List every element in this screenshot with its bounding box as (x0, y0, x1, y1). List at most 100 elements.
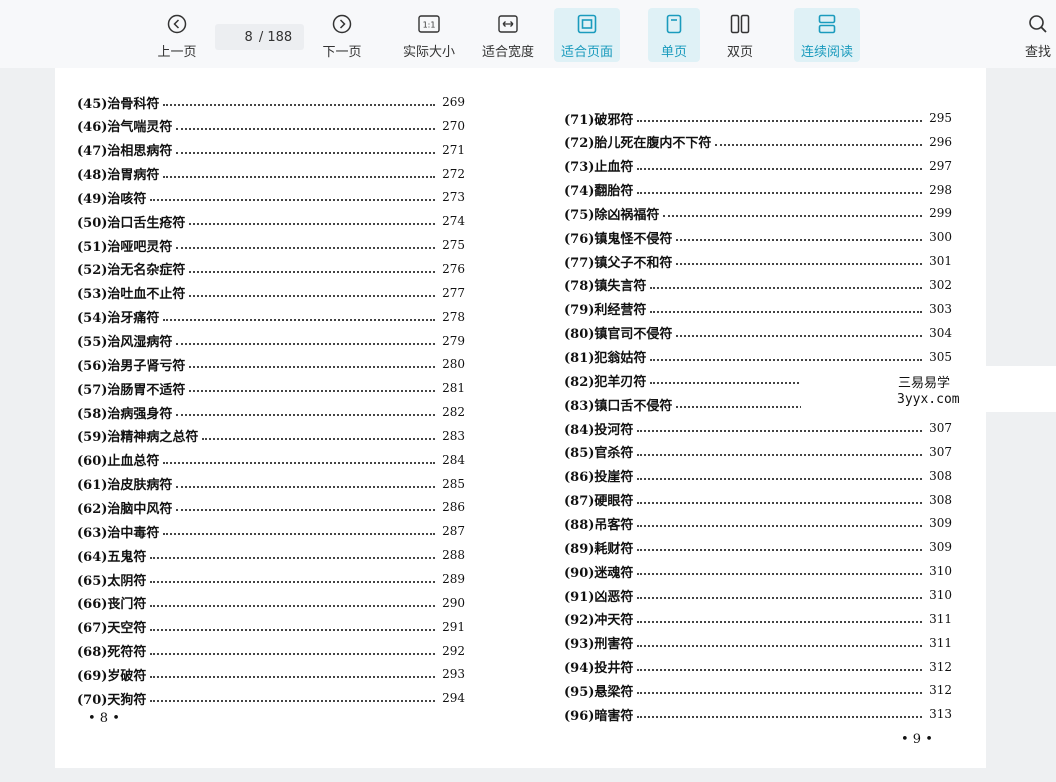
toc-entry: (86)投崖符 308 (564, 466, 952, 486)
toc-entry-title: (79)利经营符 (564, 303, 647, 319)
document-spread[interactable]: (45)治骨科符 269 (46)治气喘灵符 270 (47)治相思病符 271 (48)治… (55, 68, 986, 768)
toc-entry-page: 295 (929, 111, 952, 125)
toc-entry: (81)犯翁姑符 305 (564, 347, 952, 367)
page-number-input[interactable] (226, 29, 253, 45)
toc-entry: (69)岁破符 293 (77, 664, 465, 684)
toc-entry-title: (78)镇失言符 (564, 279, 647, 295)
toc-entry: (74)翻胎符 298 (564, 180, 952, 200)
toc-leader-dots (637, 573, 922, 576)
toc-leader-dots (637, 453, 922, 456)
search-button[interactable]: 查找 (1020, 8, 1056, 62)
toc-entry-page: 300 (929, 230, 952, 245)
toc-leader-dots (650, 358, 922, 361)
toolbar: 上一页 / 188 下一页 1:1 实际大小 适合宽度 适合页面 单页 (0, 0, 1056, 68)
next-page-button[interactable]: 下一页 (317, 8, 367, 62)
toc-entry-page: 305 (929, 349, 952, 364)
toc-leader-dots (189, 366, 435, 369)
toc-entry-title: (90)迷魂符 (564, 565, 634, 581)
toc-entry-page: 274 (442, 214, 465, 229)
continuous-read-button[interactable]: 连续阅读 (794, 8, 860, 62)
toc-leader-dots (150, 199, 435, 202)
toc-entry: (94)投井符 312 (564, 657, 952, 677)
toc-entry-page: 291 (442, 619, 465, 634)
toc-entry-page: 275 (442, 238, 465, 253)
toc-entry-title: (60)止血总符 (77, 454, 160, 470)
toc-entry: (85)官杀符 307 (564, 442, 952, 462)
toc-entry: (66)丧门符 290 (77, 593, 465, 613)
toc-entry-page: 290 (442, 595, 465, 610)
toc-entry-title: (65)太阴符 (77, 573, 147, 589)
actual-size-button[interactable]: 1:1 实际大小 (398, 8, 460, 62)
toc-entry-title: (51)治哑吧灵符 (77, 239, 173, 255)
fit-page-button[interactable]: 适合页面 (554, 8, 620, 62)
toc-leader-dots (637, 120, 922, 122)
fit-width-button[interactable]: 适合宽度 (477, 8, 539, 62)
toc-entry-page: 292 (442, 643, 465, 658)
toc-entry-page: 289 (442, 572, 465, 586)
double-page-label: 双页 (726, 45, 753, 60)
toc-entry-title: (48)治胃病符 (77, 168, 160, 184)
toc-entry-title: (62)治脑中风符 (77, 501, 173, 517)
toc-entry-title: (76)镇鬼怪不侵符 (564, 231, 673, 247)
prev-page-button[interactable]: 上一页 (152, 8, 202, 62)
toc-entry: (45)治骨科符 269 (77, 92, 465, 112)
double-page-button[interactable]: 双页 (715, 8, 765, 62)
toc-entry-title: (82)犯羊刃符 (564, 374, 647, 390)
toc-leader-dots (150, 652, 435, 655)
toc-leader-dots (163, 318, 435, 321)
toc-entry: (77)镇父子不和符 301 (564, 251, 952, 271)
toc-entry-page: 312 (929, 659, 952, 674)
toc-entry: (58)治病强身符 282 (77, 402, 465, 422)
toc-leader-dots (150, 581, 435, 583)
toc-leader-dots (650, 310, 922, 313)
toc-leader-dots (715, 143, 922, 146)
toc-leader-dots (637, 692, 922, 695)
toc-entry-title: (61)治皮肤病符 (77, 478, 173, 494)
toc-entry-page: 302 (929, 277, 952, 292)
toc-leader-dots (637, 191, 922, 194)
toc-entry: (91)凶恶符 310 (564, 585, 952, 605)
toc-entry-page: 308 (929, 492, 952, 507)
toc-entry-page: 270 (442, 118, 465, 133)
toc-entry-page: 285 (442, 476, 465, 491)
next-page-label: 下一页 (322, 45, 362, 60)
toc-leader-dots (189, 294, 435, 297)
chevron-right-circle-icon (331, 13, 353, 35)
toc-entry: (50)治口舌生疮符 274 (77, 211, 465, 231)
toc-entry-title: (91)凶恶符 (564, 589, 634, 605)
toc-entry-page: 299 (929, 206, 952, 221)
toc-leader-dots (637, 167, 922, 170)
toc-entry-page: 298 (929, 182, 952, 197)
toc-entry-page: 276 (442, 261, 465, 276)
toc-entry-title: (64)五鬼符 (77, 549, 147, 565)
toc-leader-dots (676, 239, 922, 242)
toc-entry: (56)治男子肾亏符 280 (77, 354, 465, 374)
toc-entry: (75)除凶祸福符 299 (564, 203, 952, 223)
toc-entry-title: (68)死符符 (77, 645, 147, 661)
toc-entry-title: (95)悬梁符 (564, 684, 634, 700)
toc-entry: (96)暗害符 313 (564, 704, 952, 724)
toc-entry: (57)治肠胃不适符 281 (77, 378, 465, 398)
toc-entry-title: (53)治吐血不止符 (77, 287, 186, 303)
toc-leader-dots (189, 270, 435, 273)
toc-entry-title: (63)治中毒符 (77, 525, 160, 541)
toc-entry-title: (80)镇官司不侵符 (564, 327, 673, 343)
fit-width-label: 适合宽度 (481, 45, 534, 60)
toc-entry-title: (94)投井符 (564, 661, 634, 677)
toc-entry-title: (70)天狗符 (77, 692, 147, 708)
toc-entry: (84)投河符 307 (564, 418, 952, 438)
toc-entry-title: (88)吊客符 (564, 517, 634, 533)
toc-entry: (80)镇官司不侵符 304 (564, 323, 952, 343)
toc-entry: (90)迷魂符 310 (564, 561, 952, 581)
toc-entry-page: 307 (929, 421, 952, 436)
single-page-button[interactable]: 单页 (648, 8, 700, 62)
toc-entry-title: (72)胎儿死在腹内不下符 (564, 136, 712, 152)
toc-entry-title: (58)治病强身符 (77, 406, 173, 422)
toc-entry-page: 308 (929, 468, 952, 483)
toc-leader-dots (637, 501, 922, 504)
toc-leader-dots (189, 390, 435, 393)
toc-entry-page: 309 (929, 516, 952, 531)
toc-leader-dots (676, 263, 922, 266)
toc-entry-title: (89)耗财符 (564, 541, 634, 557)
toc-entry-title: (85)官杀符 (564, 446, 634, 462)
